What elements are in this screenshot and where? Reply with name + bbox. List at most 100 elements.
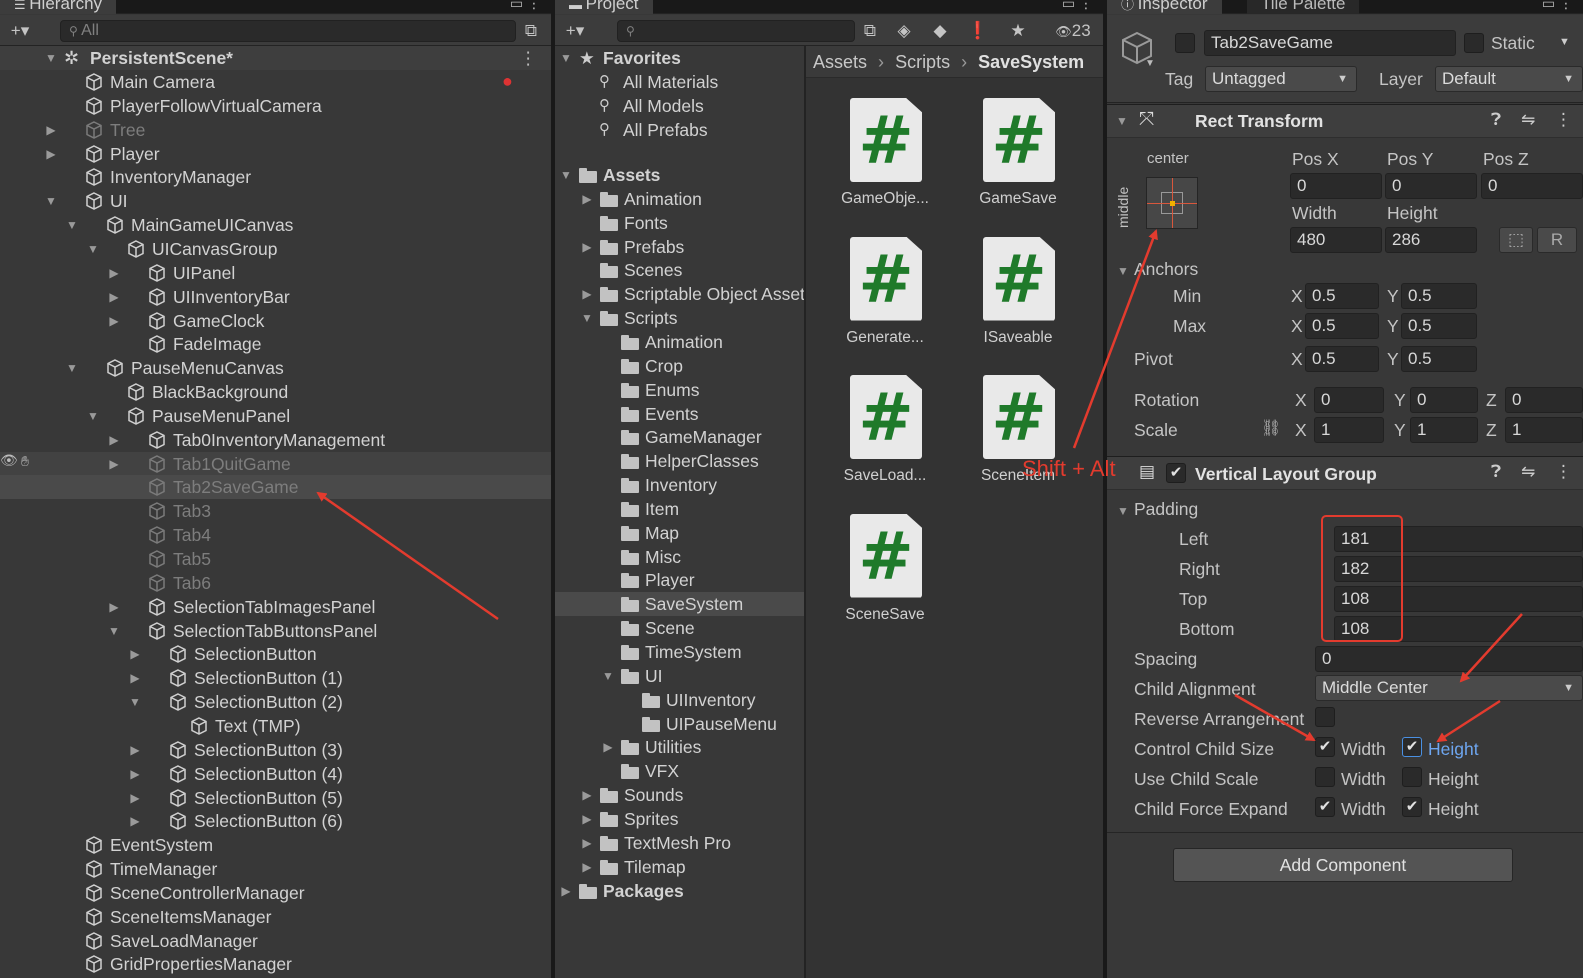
hierarchy-item[interactable]: FadeImage xyxy=(0,332,551,356)
expand-right-icon[interactable]: ▶ xyxy=(580,831,594,855)
warning-filter-icon[interactable]: ❗ xyxy=(965,19,991,43)
raw-edit-button[interactable]: R xyxy=(1537,227,1577,253)
panel-splitter[interactable] xyxy=(1103,0,1107,978)
project-folder[interactable]: HelperClasses xyxy=(555,449,804,473)
hierarchy-item[interactable]: ▶ SelectionButton (1) xyxy=(0,666,551,690)
project-folder[interactable]: TimeSystem xyxy=(555,640,804,664)
scene-visibility-icon[interactable]: ⧉ xyxy=(518,19,544,43)
hierarchy-item[interactable]: ▶ SelectionButton (5) xyxy=(0,786,551,810)
min-x-field[interactable]: 0.5 xyxy=(1305,283,1379,309)
project-folder[interactable]: ▶ Scriptable Object Assets xyxy=(555,282,813,306)
project-tab[interactable]: ▬ Project xyxy=(555,0,653,14)
script-asset[interactable]: # GameSave xyxy=(948,98,1088,236)
project-folder[interactable]: Player xyxy=(555,568,804,592)
breadcrumb-scripts[interactable]: Scripts xyxy=(895,52,950,72)
expand-height-checkbox[interactable]: ✔ xyxy=(1402,797,1422,817)
script-asset[interactable]: # SaveLoad... xyxy=(815,375,955,513)
hierarchy-item[interactable]: ▶ SelectionTabImagesPanel xyxy=(0,595,551,619)
scale-y-field[interactable]: 1 xyxy=(1410,417,1478,443)
hierarchy-item[interactable]: ▶ UIPanel xyxy=(0,261,551,285)
height-field[interactable]: 286 xyxy=(1385,227,1477,253)
hierarchy-item[interactable]: ▶ SelectionButton (6) xyxy=(0,809,551,833)
expand-right-icon[interactable]: ▶ xyxy=(107,595,121,619)
favorite-item[interactable]: ⚲ All Models xyxy=(555,94,804,118)
reverse-arrangement-checkbox[interactable] xyxy=(1315,707,1335,727)
hierarchy-item[interactable]: Main Camera xyxy=(0,70,551,94)
vlg-enabled-checkbox[interactable]: ✔ xyxy=(1166,463,1186,483)
expand-right-icon[interactable]: ▶ xyxy=(128,666,142,690)
help-icon[interactable]: ❓︎ xyxy=(1491,462,1501,482)
constrain-proportions-icon[interactable]: ⛓︎ xyxy=(1261,418,1281,438)
max-y-field[interactable]: 0.5 xyxy=(1401,313,1477,339)
hierarchy-item[interactable]: InventoryManager xyxy=(0,165,551,189)
expand-right-icon[interactable]: ▶ xyxy=(128,738,142,762)
tab-menu-icons[interactable]: ▭ ⋮ xyxy=(510,0,541,12)
rot-x-field[interactable]: 0 xyxy=(1314,387,1384,413)
expand-down-icon[interactable]: ▼ xyxy=(44,189,58,213)
hidden-packages-count[interactable]: 👁︎23 xyxy=(1045,19,1101,43)
pivot-x-field[interactable]: 0.5 xyxy=(1305,346,1379,372)
project-folder[interactable]: ▶ Packages xyxy=(555,879,804,903)
tag-dropdown[interactable]: Untagged ▼ xyxy=(1205,66,1357,92)
inspector-tab[interactable]: ⓘ Inspector xyxy=(1107,0,1222,14)
project-folder[interactable]: Fonts xyxy=(555,211,804,235)
hierarchy-item[interactable]: EventSystem xyxy=(0,833,551,857)
project-folder[interactable]: Scene xyxy=(555,616,804,640)
expand-down-icon[interactable]: ▼ xyxy=(128,690,142,714)
project-folder[interactable]: Misc xyxy=(555,545,804,569)
layer-dropdown[interactable]: Default ▼ xyxy=(1435,66,1583,92)
component-menu-icon[interactable]: ⋮ xyxy=(1555,462,1572,482)
hierarchy-item[interactable]: ▶ SelectionButton (3) xyxy=(0,738,551,762)
expand-down-icon[interactable]: ▼ xyxy=(86,404,100,428)
hierarchy-item[interactable]: SceneItemsManager xyxy=(0,905,551,929)
pos-y-field[interactable]: 0 xyxy=(1385,173,1477,199)
hierarchy-item[interactable]: TimeManager xyxy=(0,857,551,881)
expand-right-icon[interactable]: ▶ xyxy=(580,187,594,211)
pickable-hand-icon[interactable]: ✋︎ xyxy=(21,453,29,470)
component-menu-icon[interactable]: ⋮ xyxy=(1555,110,1572,130)
tab-menu-icons[interactable]: ▭ ⋮ xyxy=(1062,0,1093,12)
spacing-field[interactable]: 0 xyxy=(1315,646,1583,672)
filter-by-label-icon[interactable]: ◆ xyxy=(927,19,953,43)
scale-x-field[interactable]: 1 xyxy=(1314,417,1384,443)
favorite-star-icon[interactable]: ★ xyxy=(1005,19,1031,43)
expand-right-icon[interactable]: ▶ xyxy=(128,762,142,786)
expand-right-icon[interactable]: ▶ xyxy=(107,309,121,333)
scene-row[interactable]: ▼ ✲ PersistentScene* ⋮ xyxy=(0,46,551,70)
anchor-presets-button[interactable] xyxy=(1146,177,1198,229)
expand-right-icon[interactable]: ▶ xyxy=(44,118,58,142)
project-folder[interactable]: ▼ UI xyxy=(555,664,804,688)
hierarchy-item[interactable]: ▶ Tree xyxy=(0,118,551,142)
hierarchy-item[interactable]: ▶ SelectionButton (4) xyxy=(0,762,551,786)
control-width-checkbox[interactable]: ✔ xyxy=(1315,737,1335,757)
project-folder[interactable]: Events xyxy=(555,402,804,426)
hierarchy-item[interactable]: ▶ UIInventoryBar xyxy=(0,285,551,309)
min-y-field[interactable]: 0.5 xyxy=(1401,283,1477,309)
expand-width-checkbox[interactable]: ✔ xyxy=(1315,797,1335,817)
expand-right-icon[interactable]: ▶ xyxy=(580,855,594,879)
active-checkbox[interactable] xyxy=(1175,33,1195,53)
pos-x-field[interactable]: 0 xyxy=(1290,173,1382,199)
script-asset[interactable]: # GameObje... xyxy=(815,98,955,236)
control-height-checkbox[interactable]: ✔ xyxy=(1402,737,1422,757)
expand-right-icon[interactable]: ▶ xyxy=(580,235,594,259)
blueprint-mode-button[interactable]: ⬚ xyxy=(1499,227,1533,253)
project-folder[interactable]: Enums xyxy=(555,378,804,402)
rot-z-field[interactable]: 0 xyxy=(1505,387,1583,413)
hierarchy-item[interactable]: ▶ Player xyxy=(0,142,551,166)
scale-height-checkbox[interactable] xyxy=(1402,767,1422,787)
expand-down-icon[interactable]: ▼ xyxy=(559,163,573,187)
project-folder[interactable]: ▼ Assets xyxy=(555,163,804,187)
visibility-eye-icon[interactable]: 👁︎ xyxy=(0,452,18,469)
favorites-header[interactable]: ▼ ★ Favorites xyxy=(555,46,804,70)
script-asset[interactable]: # Generate... xyxy=(815,236,955,375)
tile-palette-tab[interactable]: Tile Palette xyxy=(1247,0,1360,14)
icon-dropdown-caret[interactable]: ▼ xyxy=(1145,58,1155,69)
project-folder[interactable]: ▶ Animation xyxy=(555,187,804,211)
expand-down-icon[interactable]: ▼ xyxy=(65,356,79,380)
add-component-button[interactable]: Add Component xyxy=(1173,848,1513,882)
help-icon[interactable]: ❓︎ xyxy=(1491,110,1501,130)
project-folder[interactable]: Animation xyxy=(555,330,804,354)
collapse-icon[interactable]: ▼ xyxy=(1115,114,1129,128)
search-filter-icon[interactable]: ⧉ xyxy=(857,19,883,43)
